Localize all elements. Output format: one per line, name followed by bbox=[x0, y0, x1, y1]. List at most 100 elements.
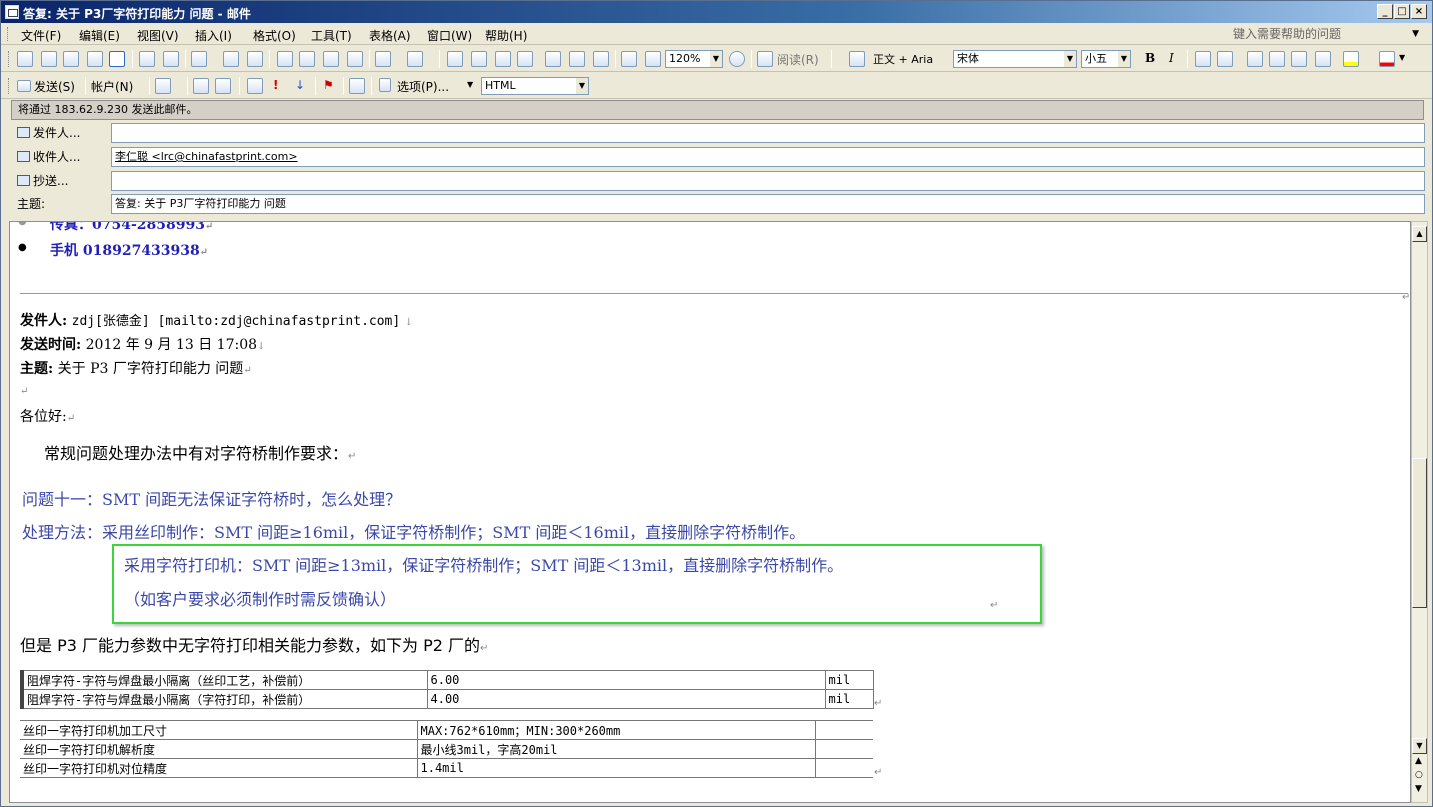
columns-icon[interactable] bbox=[545, 51, 561, 67]
options-dropdown-icon[interactable]: ▼ bbox=[467, 80, 473, 89]
previous-page-icon[interactable]: ▲ bbox=[1415, 756, 1422, 766]
title-bar[interactable]: 答复: 关于 P3厂字符打印能力 问题 - 邮件 _ □ × bbox=[1, 1, 1432, 23]
menu-edit[interactable]: 编辑(E) bbox=[79, 27, 120, 44]
bullets-icon[interactable] bbox=[1269, 51, 1285, 67]
styles-icon[interactable] bbox=[849, 51, 865, 67]
help-dropdown-icon[interactable]: ▼ bbox=[1412, 25, 1419, 43]
send-button[interactable]: 发送(S) bbox=[34, 78, 75, 95]
numbering-icon[interactable] bbox=[1247, 51, 1263, 67]
format-painter-icon[interactable] bbox=[347, 51, 363, 67]
show-hide-icon[interactable] bbox=[621, 51, 637, 67]
vertical-scrollbar[interactable]: ▲ ▼ ▲ ○ ▼ bbox=[1411, 221, 1428, 803]
insert-excel-icon[interactable] bbox=[517, 51, 533, 67]
translate-icon[interactable] bbox=[247, 51, 263, 67]
menu-file[interactable]: 文件(F) bbox=[21, 27, 61, 44]
font-color-icon[interactable] bbox=[1379, 51, 1395, 67]
scroll-down-icon[interactable]: ▼ bbox=[1412, 738, 1427, 754]
mail-recipient-icon[interactable] bbox=[109, 51, 125, 67]
help-search-box[interactable]: 键入需要帮助的问题 ▼ bbox=[1233, 25, 1419, 43]
to-button[interactable]: 收件人... bbox=[15, 147, 80, 167]
menu-insert[interactable]: 插入(I) bbox=[195, 27, 232, 44]
account-button[interactable]: 帐户(N) bbox=[91, 78, 133, 95]
scroll-up-icon[interactable]: ▲ bbox=[1412, 226, 1427, 242]
low-importance-icon[interactable]: ↓ bbox=[295, 78, 305, 92]
high-importance-icon[interactable]: ! bbox=[273, 78, 278, 92]
read-button-label[interactable]: 阅读(R) bbox=[777, 51, 819, 68]
menu-tools[interactable]: 工具(T) bbox=[311, 27, 352, 44]
drawing-icon[interactable] bbox=[569, 51, 585, 67]
redo-icon[interactable] bbox=[407, 51, 423, 67]
cut-icon[interactable] bbox=[277, 51, 293, 67]
increase-indent-icon[interactable] bbox=[1315, 51, 1331, 67]
subject-field[interactable]: 答复: 关于 P3厂字符打印能力 问题 bbox=[111, 194, 1425, 214]
menu-format[interactable]: 格式(O) bbox=[253, 27, 296, 44]
font-dropdown-icon[interactable]: ▼ bbox=[1064, 51, 1076, 67]
save-icon[interactable] bbox=[63, 51, 79, 67]
copy-icon[interactable] bbox=[299, 51, 315, 67]
font-combo[interactable]: 宋体 ▼ bbox=[953, 50, 1077, 68]
open-folder-icon[interactable] bbox=[41, 51, 57, 67]
italic-button[interactable]: I bbox=[1169, 51, 1174, 65]
to-field[interactable]: 李仁聪 <lrc@chinafastprint.com> bbox=[111, 147, 1425, 167]
format-dropdown-icon[interactable]: ▼ bbox=[576, 78, 588, 94]
menu-help[interactable]: 帮助(H) bbox=[485, 27, 527, 44]
options-icon[interactable] bbox=[379, 78, 391, 92]
attach-file-icon[interactable] bbox=[155, 78, 171, 94]
highlight-icon[interactable] bbox=[1343, 51, 1359, 67]
hyperlink-icon[interactable] bbox=[447, 51, 463, 67]
research-icon[interactable] bbox=[191, 51, 207, 67]
scroll-thumb[interactable] bbox=[1412, 458, 1427, 608]
address-book-icon bbox=[17, 151, 30, 162]
font-size-combo[interactable]: 小五 ▼ bbox=[1081, 50, 1131, 68]
menu-table[interactable]: 表格(A) bbox=[369, 27, 411, 44]
zoom-value: 120% bbox=[669, 52, 701, 65]
browse-object-icon[interactable]: ○ bbox=[1415, 770, 1423, 780]
to-recipient[interactable]: 李仁聪 <lrc@chinafastprint.com> bbox=[115, 150, 298, 163]
print-icon[interactable] bbox=[139, 51, 155, 67]
check-names-icon[interactable] bbox=[215, 78, 231, 94]
maximize-button[interactable]: □ bbox=[1394, 4, 1410, 19]
bold-button[interactable]: B bbox=[1145, 51, 1155, 65]
insert-table-icon[interactable] bbox=[495, 51, 511, 67]
zoom-dropdown-icon[interactable]: ▼ bbox=[710, 51, 722, 67]
close-button[interactable]: × bbox=[1411, 4, 1427, 19]
next-page-icon[interactable]: ▼ bbox=[1415, 784, 1422, 794]
options-button[interactable]: 选项(P)... bbox=[397, 78, 449, 95]
menu-window[interactable]: 窗口(W) bbox=[427, 27, 472, 44]
help-icon[interactable] bbox=[729, 51, 745, 67]
address-book-icon[interactable] bbox=[193, 78, 209, 94]
size-dropdown-icon[interactable]: ▼ bbox=[1118, 51, 1130, 67]
read-icon[interactable] bbox=[757, 51, 773, 67]
from-field[interactable] bbox=[111, 123, 1425, 143]
paragraph-mark-icon[interactable] bbox=[645, 51, 661, 67]
send-info-bar: 将通过 183.62.9.230 发送此邮件。 bbox=[11, 100, 1424, 120]
spelling-icon[interactable] bbox=[223, 51, 239, 67]
cc-field[interactable] bbox=[111, 171, 1425, 191]
tables-borders-icon[interactable] bbox=[471, 51, 487, 67]
message-format-combo[interactable]: HTML ▼ bbox=[481, 77, 589, 95]
send-icon[interactable] bbox=[17, 80, 31, 92]
message-body[interactable]: 传真：0754-2858993↵ 手机 018927433938↵ ↵ 发件人:… bbox=[9, 221, 1411, 803]
paste-icon[interactable] bbox=[323, 51, 339, 67]
align-center-icon[interactable] bbox=[1195, 51, 1211, 67]
flag-icon[interactable] bbox=[247, 78, 263, 94]
style-value[interactable]: 正文 + Aria bbox=[873, 51, 933, 67]
follow-up-flag-icon[interactable]: ⚑ bbox=[323, 78, 334, 92]
new-icon[interactable] bbox=[17, 51, 33, 67]
zoom-combo[interactable]: 120% ▼ bbox=[665, 50, 723, 68]
document-map-icon[interactable] bbox=[593, 51, 609, 67]
print-preview-icon[interactable] bbox=[163, 51, 179, 67]
menu-view[interactable]: 视图(V) bbox=[137, 27, 179, 44]
minimize-button[interactable]: _ bbox=[1377, 4, 1393, 19]
font-color-dropdown-icon[interactable]: ▼ bbox=[1399, 53, 1405, 62]
mobile-text: 手机 018927433938 bbox=[50, 243, 200, 259]
open-attachment-icon[interactable] bbox=[349, 78, 365, 94]
cc-button[interactable]: 抄送... bbox=[15, 171, 68, 191]
menu-bar: 文件(F) 编辑(E) 视图(V) 插入(I) 格式(O) 工具(T) 表格(A… bbox=[1, 23, 1432, 45]
decrease-indent-icon[interactable] bbox=[1291, 51, 1307, 67]
from-button[interactable]: 发件人... bbox=[15, 123, 80, 143]
orig-sent-line: 发送时间: 2012 年 9 月 13 日 17:08↓ bbox=[20, 337, 266, 353]
undo-icon[interactable] bbox=[375, 51, 391, 67]
align-right-icon[interactable] bbox=[1217, 51, 1233, 67]
permission-icon[interactable] bbox=[87, 51, 103, 67]
